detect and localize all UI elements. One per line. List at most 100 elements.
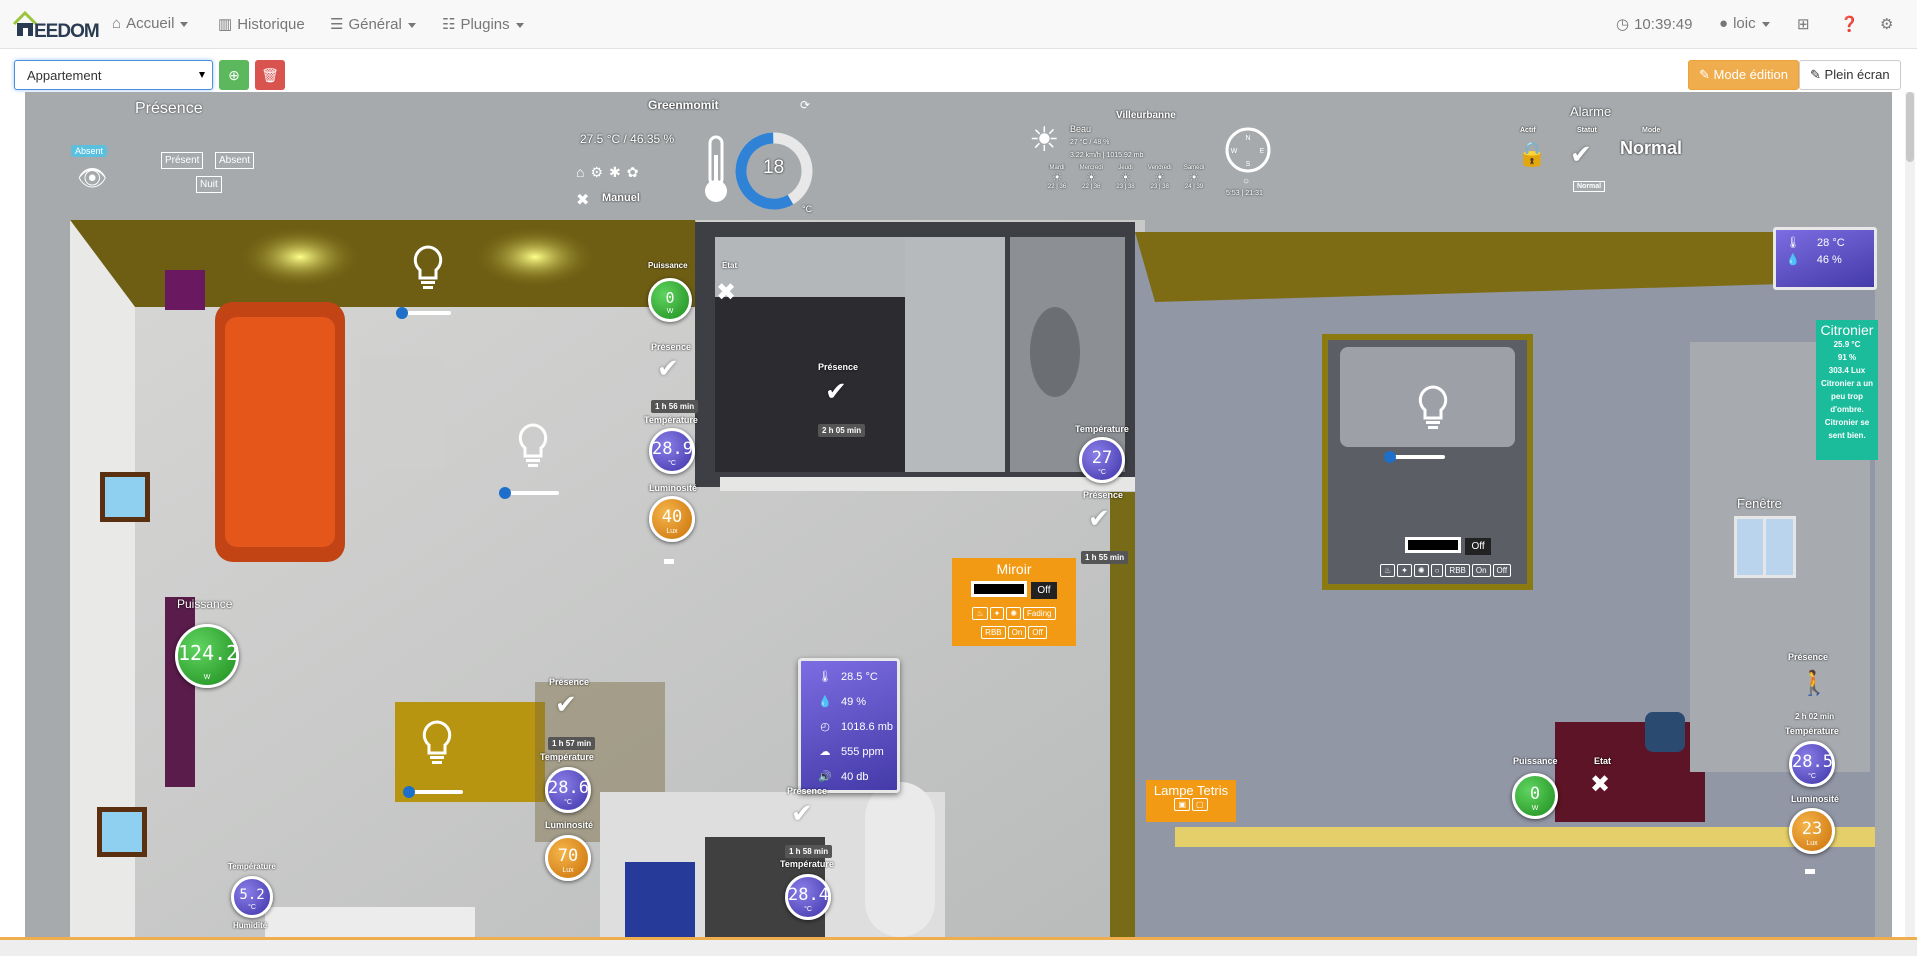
citronier-lux: 303.4 Lux [1828, 366, 1866, 375]
sun-icon[interactable]: ✺ [1413, 564, 1429, 577]
off-button[interactable]: Off [1028, 626, 1047, 639]
floorplan-background [25, 92, 1892, 937]
presence-duration: 1 h 56 min [651, 400, 699, 413]
slider-handle[interactable] [396, 307, 408, 319]
fading-button[interactable]: Fading [1023, 607, 1056, 620]
help-icon[interactable]: ❓ [1840, 15, 1859, 33]
edit-mode-button[interactable]: ✎ Mode édition [1688, 60, 1799, 90]
light-dimmer-slider[interactable] [396, 307, 451, 319]
citronier-plant-widget[interactable]: Citronier 25.9 °C 91 % 303.4 Lux Citroni… [1816, 320, 1878, 460]
caret-down-icon [515, 22, 524, 28]
lampe-tetris-widget[interactable]: Lampe Tetris ▣ ▢ [1146, 780, 1236, 822]
forecast-day: Samedi ☀ 24 | 39 [1180, 165, 1208, 190]
window-icon[interactable] [100, 472, 150, 522]
temperature-label: Température [228, 862, 276, 871]
miroir-state-toggle[interactable]: Off [1031, 582, 1057, 599]
presence-label: Présence [787, 786, 828, 796]
presence-mode-title: Présence [135, 100, 203, 117]
light-dimmer-slider[interactable] [1384, 451, 1445, 463]
nav-user-menu[interactable]: ● loic [1719, 15, 1770, 32]
scrollbar-thumb[interactable] [1906, 92, 1914, 162]
window-icon[interactable] [97, 807, 147, 857]
nav-plugins[interactable]: ☷ Plugins [442, 15, 524, 33]
bedroom-light-toggle[interactable]: Off [1465, 538, 1491, 555]
star-icon[interactable]: ✦ [989, 607, 1005, 620]
sun-icon: ☀ [1189, 172, 1199, 184]
fullscreen-button[interactable]: ✎ Plein écran [1799, 60, 1901, 90]
lightbulb-icon[interactable] [411, 244, 445, 292]
fire-icon[interactable]: ♨ [1380, 564, 1396, 577]
rbb-button[interactable]: RBB [981, 626, 1006, 639]
footer-bar [0, 937, 1917, 956]
settings-icon[interactable]: ⚙ [1880, 15, 1893, 33]
dining-temperature-gauge: 28.6 °C [545, 767, 591, 813]
delete-plan-button[interactable]: 🗑 [255, 60, 285, 90]
presence-mode-badge: Absent [71, 145, 108, 157]
on-button[interactable]: On [1471, 564, 1491, 577]
nav-accueil[interactable]: ⌂ Accueil [112, 15, 189, 32]
light-dimmer-slider[interactable] [499, 487, 559, 499]
lampe-tetris-label: Lampe Tetris [1153, 783, 1229, 798]
scrollbar-track[interactable] [1905, 92, 1915, 937]
color-picker[interactable] [971, 581, 1028, 598]
weather-temp-hum: 27 °C / 48 % [1070, 139, 1110, 146]
lightbulb-icon[interactable] [420, 719, 454, 767]
nav-general[interactable]: ☰ Général [330, 15, 416, 33]
nav-clock[interactable]: ◷ 10:39:49 [1616, 15, 1692, 33]
bedroom-power-gauge: 0W [1512, 773, 1558, 819]
environment-sensor-card[interactable]: 🌡 28.5 °C 💧 49 % ◴ 1018.6 mb ☁ 555 ppm 🔊 40 d… [798, 658, 900, 793]
light-dimmer-slider[interactable] [403, 786, 463, 798]
presence-nuit-button[interactable]: Nuit [196, 176, 222, 193]
presence-present-button[interactable]: Présent [161, 152, 204, 169]
jeedom-logo[interactable]: EEDOM [12, 8, 100, 42]
walking-person-icon: 🚶 [1799, 670, 1829, 697]
network-icon[interactable]: ⊞ [1797, 15, 1810, 33]
miroir-light-widget: Miroir Off ♨ ✦ ✺ Fading RBB On Off [952, 558, 1076, 646]
presence-absent-button[interactable]: Absent [215, 152, 255, 169]
trash-icon: 🗑 [261, 67, 279, 83]
select-arrow-icon [199, 72, 205, 78]
state-off-icon[interactable]: ✖ [1590, 770, 1610, 798]
thermostat-mode-icons[interactable]: ⌂⚙✱✿ [576, 164, 644, 181]
state-off-icon[interactable]: ✖ [716, 278, 736, 306]
color-picker[interactable] [1405, 536, 1461, 553]
lamp-on-icon[interactable]: ▣ [1174, 798, 1190, 811]
lightbulb-icon[interactable] [516, 422, 550, 470]
thermostat-name: Greenmomit [648, 98, 719, 112]
bedroom-mini-sensor[interactable]: 🌡 28 °C 💧 46 % [1773, 227, 1877, 290]
close-icon[interactable]: ✖ [576, 190, 589, 209]
battery-indicator [664, 559, 674, 564]
refresh-icon[interactable]: ⟳ [800, 98, 810, 112]
slider-handle[interactable] [499, 487, 511, 499]
forecast-day: Jeudi ☀ 23 | 38 [1112, 165, 1140, 190]
check-icon: ✔ [791, 799, 813, 829]
check-icon: ✔ [1088, 504, 1110, 534]
nav-historique[interactable]: ▥ Historique [218, 15, 305, 33]
window-icon[interactable] [1734, 516, 1796, 578]
bedroom-luminosity-gauge: 23 Lux [1789, 808, 1835, 854]
on-button[interactable]: On [1007, 626, 1027, 639]
temperature-label: Température [1075, 424, 1129, 434]
alarm-statut-value[interactable]: Normal [1573, 181, 1606, 192]
rbb-button[interactable]: RBB [1445, 564, 1470, 577]
slider-handle[interactable] [1384, 451, 1396, 463]
lightbulb-icon[interactable] [1416, 384, 1450, 432]
slider-handle[interactable] [403, 786, 415, 798]
bedroom-light-controls: Off ♨ ✦ ✺ ○ RBB On Off [1379, 536, 1512, 578]
sun-icon[interactable]: ✺ [1006, 607, 1022, 620]
lock-icon[interactable]: 🔒 [1517, 140, 1547, 169]
caret-down-icon [407, 22, 416, 28]
add-plan-button[interactable]: ⊕ [219, 60, 249, 90]
alarm-mode-label: Mode [1642, 127, 1661, 134]
thermostat-unit: °C [802, 204, 813, 214]
plan-select[interactable]: Appartement [14, 60, 213, 90]
fire-icon[interactable]: ♨ [972, 607, 988, 620]
sun-icon: ☀ [1120, 172, 1131, 184]
off-button[interactable]: Off [1492, 564, 1512, 577]
weather-wind-pressure: 3.22 km/h | 1015.92 mb [1070, 152, 1144, 159]
star-icon[interactable]: ✦ [1397, 564, 1412, 577]
circle-icon[interactable]: ○ [1430, 564, 1444, 577]
lamp-off-icon[interactable]: ▢ [1192, 798, 1208, 811]
presence-label: Présence [1788, 652, 1829, 662]
temperature-label: Température [1785, 726, 1839, 736]
